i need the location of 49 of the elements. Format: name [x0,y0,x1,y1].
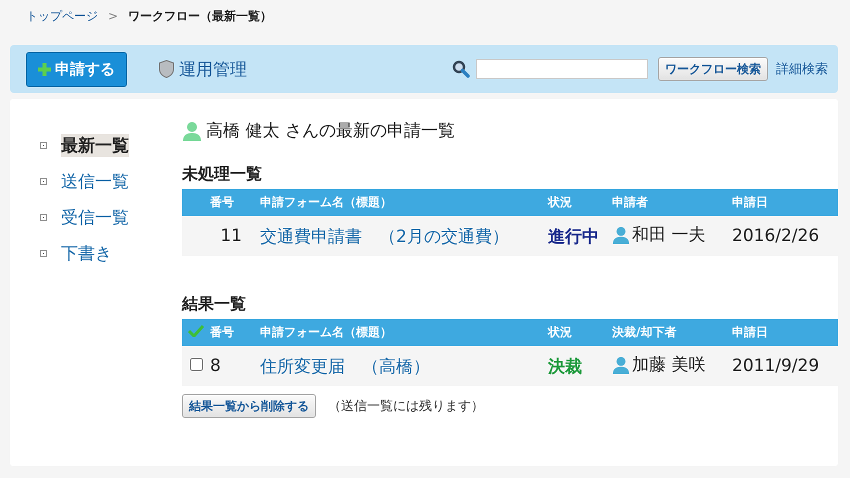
bullet-icon [40,178,47,184]
row-checkbox[interactable] [190,358,202,371]
column-header: 申請日 [732,195,768,209]
page-heading: 高橋 健太 さんの最新の申請一覧 [206,120,455,142]
column-header: 申請日 [732,325,768,339]
date-cell: 2016/2/26 [732,226,820,246]
shield-icon [159,60,174,78]
search-icon [452,60,470,78]
user-icon [612,226,630,244]
form-link[interactable]: 交通費申請書 （2月の交通費） [260,226,509,246]
plus-icon [38,62,51,76]
workflow-search-button[interactable]: ワークフロー検索 [658,57,768,81]
sidebar-item[interactable]: 受信一覧 [61,206,129,228]
person-name: 和田 一夫 [632,224,706,246]
user-icon [612,356,630,374]
page-title: ワークフロー（最新一覧） [128,8,272,24]
breadcrumb-link[interactable]: トップページ [26,8,98,24]
column-header: 決裁/却下者 [612,325,676,339]
status-label: 進行中 [548,226,599,246]
advanced-search-link[interactable]: 詳細検索 [776,60,828,78]
note-text: （送信一覧には残ります） [328,398,484,415]
bullet-icon [40,250,47,256]
search-field[interactable] [476,59,648,79]
sidebar-item[interactable]: 送信一覧 [61,170,129,192]
column-header: 状況 [548,325,572,339]
checkmark-icon [188,325,204,337]
number-cell: 11 [220,226,242,246]
admin-link[interactable]: 運用管理 [159,58,247,80]
breadcrumb-separator: > [108,9,118,23]
column-header: 申請者 [612,195,648,209]
column-header: 番号 [210,195,234,209]
column-header: 申請フォーム名（標題） [260,325,392,339]
sidebar-item[interactable]: 最新一覧 [61,134,129,156]
delete-button[interactable]: 結果一覧から削除する [182,394,316,418]
column-header: 状況 [548,195,572,209]
number-cell: 8 [210,356,221,376]
column-header: 申請フォーム名（標題） [260,195,392,209]
column-header: 番号 [210,325,234,339]
status-label: 決裁 [548,356,582,376]
user-icon [182,120,202,140]
bullet-icon [40,142,47,148]
person-name: 加藤 美咲 [632,354,706,376]
date-cell: 2011/9/29 [732,356,820,376]
new-request-button[interactable]: 申請する [26,52,127,86]
sidebar-item[interactable]: 下書き [61,242,112,264]
section-title: 結果一覧 [182,294,247,315]
section-title: 未処理一覧 [182,164,263,185]
form-link[interactable]: 住所変更届 （高橋） [260,356,430,376]
bullet-icon [40,214,47,220]
